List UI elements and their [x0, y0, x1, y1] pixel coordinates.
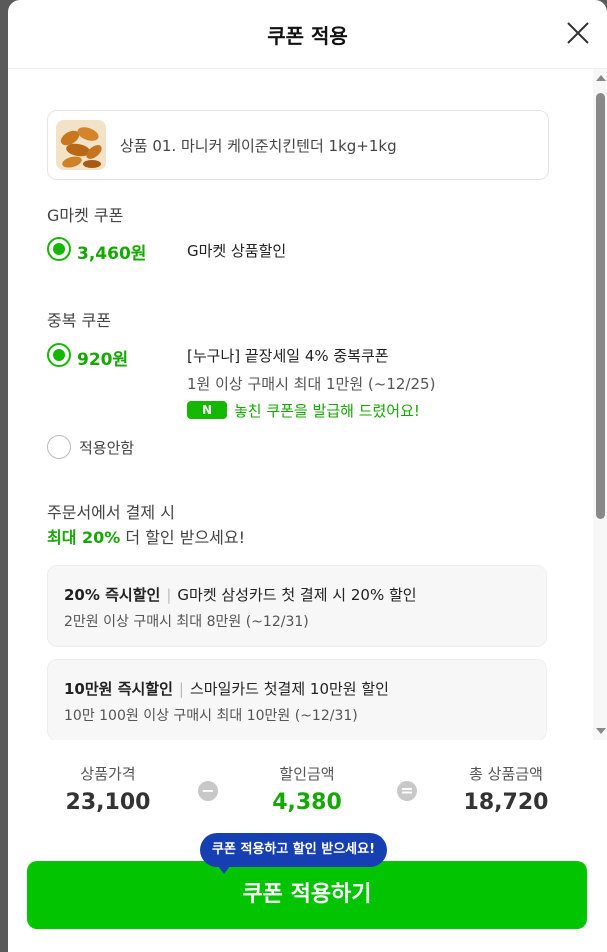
scrollbar[interactable]	[593, 69, 607, 740]
equals-icon: =	[397, 781, 417, 801]
price-label: 상품가격	[80, 765, 136, 783]
card-promo-desc: 스마일카드 첫결제 10만원 할인	[189, 680, 389, 698]
summary-footer: 상품가격 23,100 − 할인금액 4,380 = 총 상품금액 18,720…	[8, 740, 607, 952]
minus-icon: −	[198, 781, 218, 801]
divider: |	[178, 680, 184, 698]
gmarket-coupon-amount: 3,460원	[77, 244, 147, 264]
no-coupon-radio[interactable]	[47, 435, 71, 459]
card-promo-condition: 2만원 이상 구매시 최대 8만원 (~12/31)	[64, 614, 309, 630]
modal-title: 쿠폰 적용	[267, 24, 348, 48]
price-value: 23,100	[65, 790, 151, 815]
modal-header: 쿠폰 적용	[8, 0, 607, 69]
coupon-issued-notice: 놓친 쿠폰을 발급해 드렸어요!	[234, 402, 420, 420]
close-icon[interactable]	[565, 20, 591, 46]
duplicate-coupon-radio[interactable]	[47, 343, 71, 367]
apply-coupon-button[interactable]: 쿠폰 적용하기	[27, 861, 587, 929]
card-promo-desc: G마켓 삼성카드 첫 결제 시 20% 할인	[177, 586, 417, 604]
duplicate-coupon-description: [누구나] 끝장세일 4% 중복쿠폰	[187, 347, 389, 365]
scroll-up-icon[interactable]	[596, 75, 606, 81]
coupon-modal: 쿠폰 적용 상품 01. 마니커 케이준치킨텐더 1kg+1kg G마켓 쿠폰	[8, 0, 607, 952]
duplicate-coupon-amount: 920원	[77, 350, 129, 370]
card-promo-title: 10만원 즉시할인	[64, 680, 173, 698]
card-promo-title: 20% 즉시할인	[64, 586, 161, 604]
no-coupon-label: 적용안함	[79, 439, 135, 457]
discount-label: 할인금액	[279, 765, 335, 783]
card-promo-item: 10만원 즉시할인 | 스마일카드 첫결제 10만원 할인 10만 100원 이상 …	[47, 659, 547, 740]
promo-heading: 주문서에서 결제 시	[47, 503, 175, 522]
new-badge: N	[187, 401, 227, 419]
promo-subheading: 최대 20% 더 할인 받으세요!	[47, 524, 245, 548]
card-promo-condition: 10만 100원 이상 구매시 최대 10만원 (~12/31)	[64, 708, 358, 724]
gmarket-coupon-description: G마켓 상품할인	[187, 242, 287, 260]
promo-tooltip: 쿠폰 적용하고 할인 받으세요!	[200, 833, 388, 874]
duplicate-coupon-condition: 1원 이상 구매시 최대 1만원 (~12/25)	[187, 375, 436, 393]
coupon-list[interactable]: 상품 01. 마니커 케이준치킨텐더 1kg+1kg G마켓 쿠폰 3,460원…	[8, 69, 607, 740]
scrollbar-thumb[interactable]	[596, 93, 605, 519]
promo-subheading-text: 더 할인 받으세요!	[120, 528, 246, 547]
card-promo-item: 20% 즉시할인 | G마켓 삼성카드 첫 결제 시 20% 할인 2만원 이상 구…	[47, 565, 547, 647]
product-card: 상품 01. 마니커 케이준치킨텐더 1kg+1kg	[47, 110, 549, 180]
promo-highlight: 최대 20%	[47, 528, 121, 547]
discount-value: 4,380	[272, 790, 342, 815]
scroll-down-icon[interactable]	[596, 728, 606, 734]
product-name: 상품 01. 마니커 케이준치킨텐더 1kg+1kg	[120, 137, 397, 155]
product-image	[56, 120, 106, 170]
duplicate-coupon-label: 중복 쿠폰	[47, 311, 111, 330]
gmarket-coupon-label: G마켓 쿠폰	[47, 206, 124, 225]
divider: |	[166, 586, 172, 604]
total-value: 18,720	[463, 790, 549, 815]
gmarket-coupon-radio[interactable]	[47, 237, 71, 261]
total-label: 총 상품금액	[469, 765, 543, 783]
